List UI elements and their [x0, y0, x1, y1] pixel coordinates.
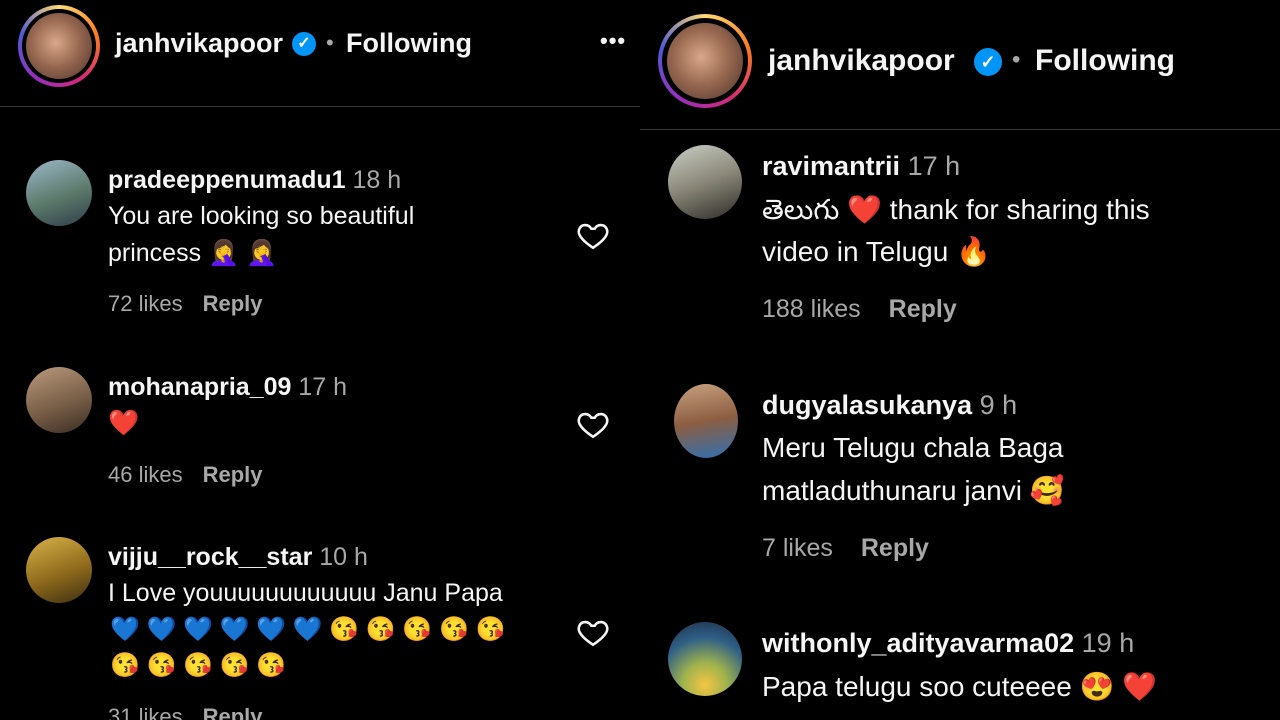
comment-text-line: You are looking so beautiful: [108, 202, 415, 230]
reply-button[interactable]: Reply: [203, 704, 263, 720]
header-divider: [640, 129, 1280, 130]
comment-text-line: matladuthunaru janvi 🥰: [762, 475, 1065, 506]
commenter-username[interactable]: ravimantrii: [762, 151, 900, 181]
comment-meta: 72 likes Reply: [108, 291, 263, 317]
commenter-username[interactable]: dugyalasukanya: [762, 390, 972, 420]
separator-dot: •: [326, 30, 334, 55]
commenter-username[interactable]: pradeeppenumadu1: [108, 166, 346, 194]
comment-item: mohanapria_09 17 h ❤️ 46 likes Reply: [0, 367, 640, 497]
reply-button[interactable]: Reply: [203, 291, 263, 316]
reply-button[interactable]: Reply: [861, 534, 929, 562]
comment-item: ravimantrii 17 h తెలుగు ❤️ thank for sha…: [640, 145, 1280, 335]
comment-text-line: princess 🤦‍♀️ 🤦‍♀️: [108, 239, 278, 267]
reply-button[interactable]: Reply: [889, 295, 957, 323]
profile-avatar[interactable]: [18, 5, 100, 87]
right-comments-panel: janhvikapoor ✓ • Following ravimantrii 1…: [640, 0, 1280, 720]
separator-dot: •: [1012, 46, 1021, 73]
comment-time: 18 h: [352, 166, 402, 194]
heart-outline-icon[interactable]: [576, 218, 610, 252]
likes-count[interactable]: 46 likes: [108, 462, 183, 487]
commenter-username[interactable]: mohanapria_09: [108, 373, 291, 401]
likes-count[interactable]: 7 likes: [762, 534, 833, 562]
comment-time: 19 h: [1081, 628, 1135, 658]
commenter-avatar[interactable]: [26, 367, 92, 433]
comment-text-line: Meru Telugu chala Baga: [762, 432, 1064, 463]
comment-header: pradeeppenumadu1 18 h: [108, 166, 401, 195]
comment-item: withonly_adityavarma02 19 h Papa telugu …: [640, 622, 1280, 720]
comment-header: mohanapria_09 17 h: [108, 373, 347, 402]
commenter-avatar[interactable]: [668, 622, 742, 696]
commenter-avatar[interactable]: [26, 160, 92, 226]
comment-text-line: Papa telugu soo cuteeee 😍 ❤️: [762, 671, 1158, 702]
commenter-avatar[interactable]: [668, 145, 742, 219]
following-button[interactable]: Following: [1035, 44, 1175, 78]
commenter-avatar[interactable]: [674, 384, 738, 458]
comment-meta: 31 likes Reply: [108, 704, 263, 720]
comment-time: 9 h: [979, 390, 1018, 420]
comment-emoji-row: 💙 💙 💙 💙 💙 💙 😘 😘 😘 😘 😘: [110, 616, 506, 643]
comment-text-line: video in Telugu 🔥: [762, 236, 991, 267]
heart-outline-icon[interactable]: [576, 615, 610, 649]
verified-badge-icon: ✓: [974, 48, 1002, 76]
comment-text-line: ❤️: [108, 409, 140, 437]
comment-time: 10 h: [319, 543, 368, 571]
comment-time: 17 h: [298, 373, 348, 401]
commenter-username[interactable]: vijju__rock__star: [108, 543, 312, 571]
comment-text-line: I Love youuuuuuuuuuuu Janu Papa: [108, 579, 503, 607]
left-comments-panel: janhvikapoor ✓ • Following ••• pradeeppe…: [0, 0, 640, 720]
commenter-username[interactable]: withonly_adityavarma02: [762, 628, 1074, 658]
profile-avatar[interactable]: [658, 14, 752, 108]
heart-outline-icon[interactable]: [576, 407, 610, 441]
comment-item: pradeeppenumadu1 18 h You are looking so…: [0, 160, 640, 330]
comment-item: vijju__rock__star 10 h I Love youuuuuuuu…: [0, 537, 640, 720]
more-options-icon[interactable]: •••: [600, 28, 626, 54]
likes-count[interactable]: 72 likes: [108, 291, 183, 316]
verified-badge-icon: ✓: [292, 32, 316, 56]
comment-header: dugyalasukanya 9 h: [762, 390, 1017, 421]
comment-header: ravimantrii 17 h: [762, 151, 960, 182]
comment-header: vijju__rock__star 10 h: [108, 543, 368, 572]
post-author-username[interactable]: janhvikapoor: [768, 44, 955, 78]
commenter-avatar[interactable]: [26, 537, 92, 603]
header-divider: [0, 106, 640, 107]
likes-count[interactable]: 188 likes: [762, 295, 861, 323]
comment-meta: 7 likes Reply: [762, 534, 929, 563]
likes-count[interactable]: 31 likes: [108, 704, 183, 720]
comment-emoji-row: 😘 😘 😘 😘 😘: [110, 652, 287, 679]
comment-time: 17 h: [907, 151, 961, 181]
comment-header: withonly_adityavarma02 19 h: [762, 628, 1134, 659]
comment-meta: 46 likes Reply: [108, 462, 263, 488]
comment-meta: 188 likes Reply: [762, 295, 957, 324]
following-button[interactable]: Following: [346, 28, 472, 59]
comment-text-line: తెలుగు ❤️ thank for sharing this: [762, 194, 1150, 225]
comment-item: dugyalasukanya 9 h Meru Telugu chala Bag…: [640, 384, 1280, 574]
post-author-username[interactable]: janhvikapoor: [115, 28, 283, 59]
reply-button[interactable]: Reply: [203, 462, 263, 487]
